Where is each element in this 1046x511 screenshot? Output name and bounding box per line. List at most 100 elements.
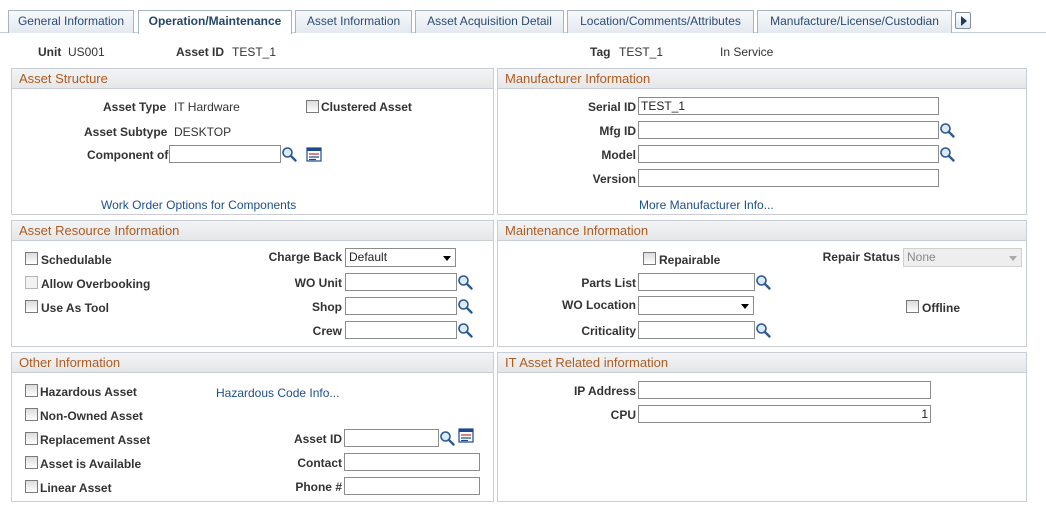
version-input[interactable] <box>638 169 939 187</box>
use-as-tool-label: Use As Tool <box>41 301 110 315</box>
component-of-label: Component of <box>87 148 169 162</box>
shop-label: Shop <box>312 300 342 314</box>
replacement-asset-id-label: Asset ID <box>293 432 342 446</box>
tab-location-comments-attributes[interactable]: Location/Comments/Attributes <box>567 10 754 33</box>
repairable-label: Repairable <box>659 253 721 267</box>
ip-address-label: IP Address <box>573 384 636 398</box>
clustered-asset-label: Clustered Asset <box>321 100 412 114</box>
non-owned-asset-checkbox[interactable] <box>25 408 38 421</box>
manufacturer-group: Manufacturer Information <box>497 68 1027 215</box>
magnifier-icon[interactable] <box>457 298 474 315</box>
wo-unit-label: WO Unit <box>294 276 342 290</box>
asset-id-label: Asset ID <box>176 45 225 59</box>
hazardous-code-info-link[interactable]: Hazardous Code Info... <box>216 386 339 400</box>
detail-page-icon[interactable] <box>306 147 323 164</box>
magnifier-icon[interactable] <box>939 122 956 139</box>
tab-asset-acquisition-detail[interactable]: Asset Acquisition Detail <box>415 10 564 33</box>
offline-checkbox[interactable] <box>906 300 919 313</box>
tab-manufacture-license-custodian[interactable]: Manufacture/License/Custodian <box>757 10 952 33</box>
criticality-input[interactable] <box>638 321 755 339</box>
tag-label: Tag <box>590 45 611 59</box>
manufacturer-header: Manufacturer Information <box>498 69 1026 89</box>
charge-back-select[interactable]: Default <box>345 248 456 267</box>
asset-subtype-label: Asset Subtype <box>84 125 168 139</box>
next-tab-arrow-icon[interactable] <box>955 12 971 29</box>
charge-back-label: Charge Back <box>268 250 342 264</box>
parts-list-input[interactable] <box>638 273 755 291</box>
asset-is-available-checkbox[interactable] <box>25 456 38 469</box>
cpu-label: CPU <box>610 408 636 422</box>
linear-asset-checkbox[interactable] <box>25 480 38 493</box>
magnifier-icon[interactable] <box>281 146 298 163</box>
allow-overbooking-label: Allow Overbooking <box>41 277 151 291</box>
asset-status: In Service <box>720 45 774 59</box>
asset-type-label: Asset Type <box>103 100 167 114</box>
contact-input[interactable] <box>344 453 480 471</box>
replacement-asset-id-input[interactable] <box>344 429 439 447</box>
asset-subtype-value: DESKTOP <box>174 125 232 139</box>
work-order-options-link[interactable]: Work Order Options for Components <box>101 198 296 212</box>
other-information-header: Other Information <box>12 353 493 373</box>
schedulable-label: Schedulable <box>41 253 112 267</box>
component-of-input[interactable] <box>169 145 281 163</box>
asset-is-available-label: Asset is Available <box>40 457 142 471</box>
offline-label: Offline <box>922 301 960 315</box>
unit-value: US001 <box>68 45 105 59</box>
detail-page-icon[interactable] <box>458 428 475 445</box>
use-as-tool-checkbox[interactable] <box>25 300 38 313</box>
it-asset-header: IT Asset Related information <box>498 353 1026 373</box>
mfg-id-label: Mfg ID <box>599 124 636 138</box>
hazardous-asset-label: Hazardous Asset <box>40 385 137 399</box>
magnifier-icon[interactable] <box>457 322 474 339</box>
magnifier-icon[interactable] <box>755 274 772 291</box>
wo-unit-input[interactable] <box>345 273 457 291</box>
asset-resource-header: Asset Resource Information <box>12 221 493 241</box>
phone-label: Phone # <box>295 480 342 494</box>
hazardous-asset-checkbox[interactable] <box>25 384 38 397</box>
model-input[interactable] <box>638 145 939 163</box>
magnifier-icon[interactable] <box>439 430 456 447</box>
mfg-id-input[interactable] <box>638 121 939 139</box>
asset-type-value: IT Hardware <box>174 100 240 114</box>
magnifier-icon[interactable] <box>457 274 474 291</box>
repair-status-label: Repair Status <box>822 250 900 264</box>
phone-input[interactable] <box>344 477 480 495</box>
linear-asset-label: Linear Asset <box>40 481 112 495</box>
more-manufacturer-info-link[interactable]: More Manufacturer Info... <box>639 198 774 212</box>
tab-asset-information[interactable]: Asset Information <box>295 10 412 33</box>
schedulable-checkbox[interactable] <box>25 252 38 265</box>
repair-status-select[interactable]: None <box>903 248 1022 267</box>
serial-id-input[interactable]: TEST_1 <box>638 97 939 115</box>
tag-value: TEST_1 <box>619 45 664 59</box>
serial-id-label: Serial ID <box>587 100 636 114</box>
model-label: Model <box>601 148 636 162</box>
replacement-asset-label: Replacement Asset <box>40 433 151 447</box>
shop-input[interactable] <box>345 297 457 315</box>
magnifier-icon[interactable] <box>939 146 956 163</box>
replacement-asset-checkbox[interactable] <box>25 432 38 445</box>
criticality-label: Criticality <box>581 324 636 338</box>
asset-structure-header: Asset Structure <box>12 69 493 89</box>
wo-location-label: WO Location <box>562 298 636 312</box>
unit-label: Unit <box>38 45 62 59</box>
asset-id-value: TEST_1 <box>232 45 277 59</box>
it-asset-group: IT Asset Related information <box>497 352 1027 502</box>
repairable-checkbox[interactable] <box>643 252 656 265</box>
magnifier-icon[interactable] <box>755 322 772 339</box>
version-label: Version <box>592 172 636 186</box>
cpu-input[interactable]: 1 <box>638 405 931 423</box>
crew-label: Crew <box>312 324 342 338</box>
tab-operation-maintenance[interactable]: Operation/Maintenance <box>138 10 292 34</box>
asset-structure-group: Asset Structure <box>11 68 494 215</box>
allow-overbooking-checkbox[interactable] <box>25 276 38 289</box>
parts-list-label: Parts List <box>581 276 636 290</box>
wo-location-select[interactable] <box>638 296 754 315</box>
crew-input[interactable] <box>345 321 457 339</box>
tab-bar: General Information Operation/Maintenanc… <box>0 0 1046 34</box>
contact-label: Contact <box>297 456 342 470</box>
ip-address-input[interactable] <box>638 381 931 399</box>
clustered-asset-checkbox[interactable] <box>306 100 319 113</box>
maintenance-header: Maintenance Information <box>498 221 1026 241</box>
tab-general-information[interactable]: General Information <box>8 10 134 33</box>
non-owned-asset-label: Non-Owned Asset <box>40 409 143 423</box>
